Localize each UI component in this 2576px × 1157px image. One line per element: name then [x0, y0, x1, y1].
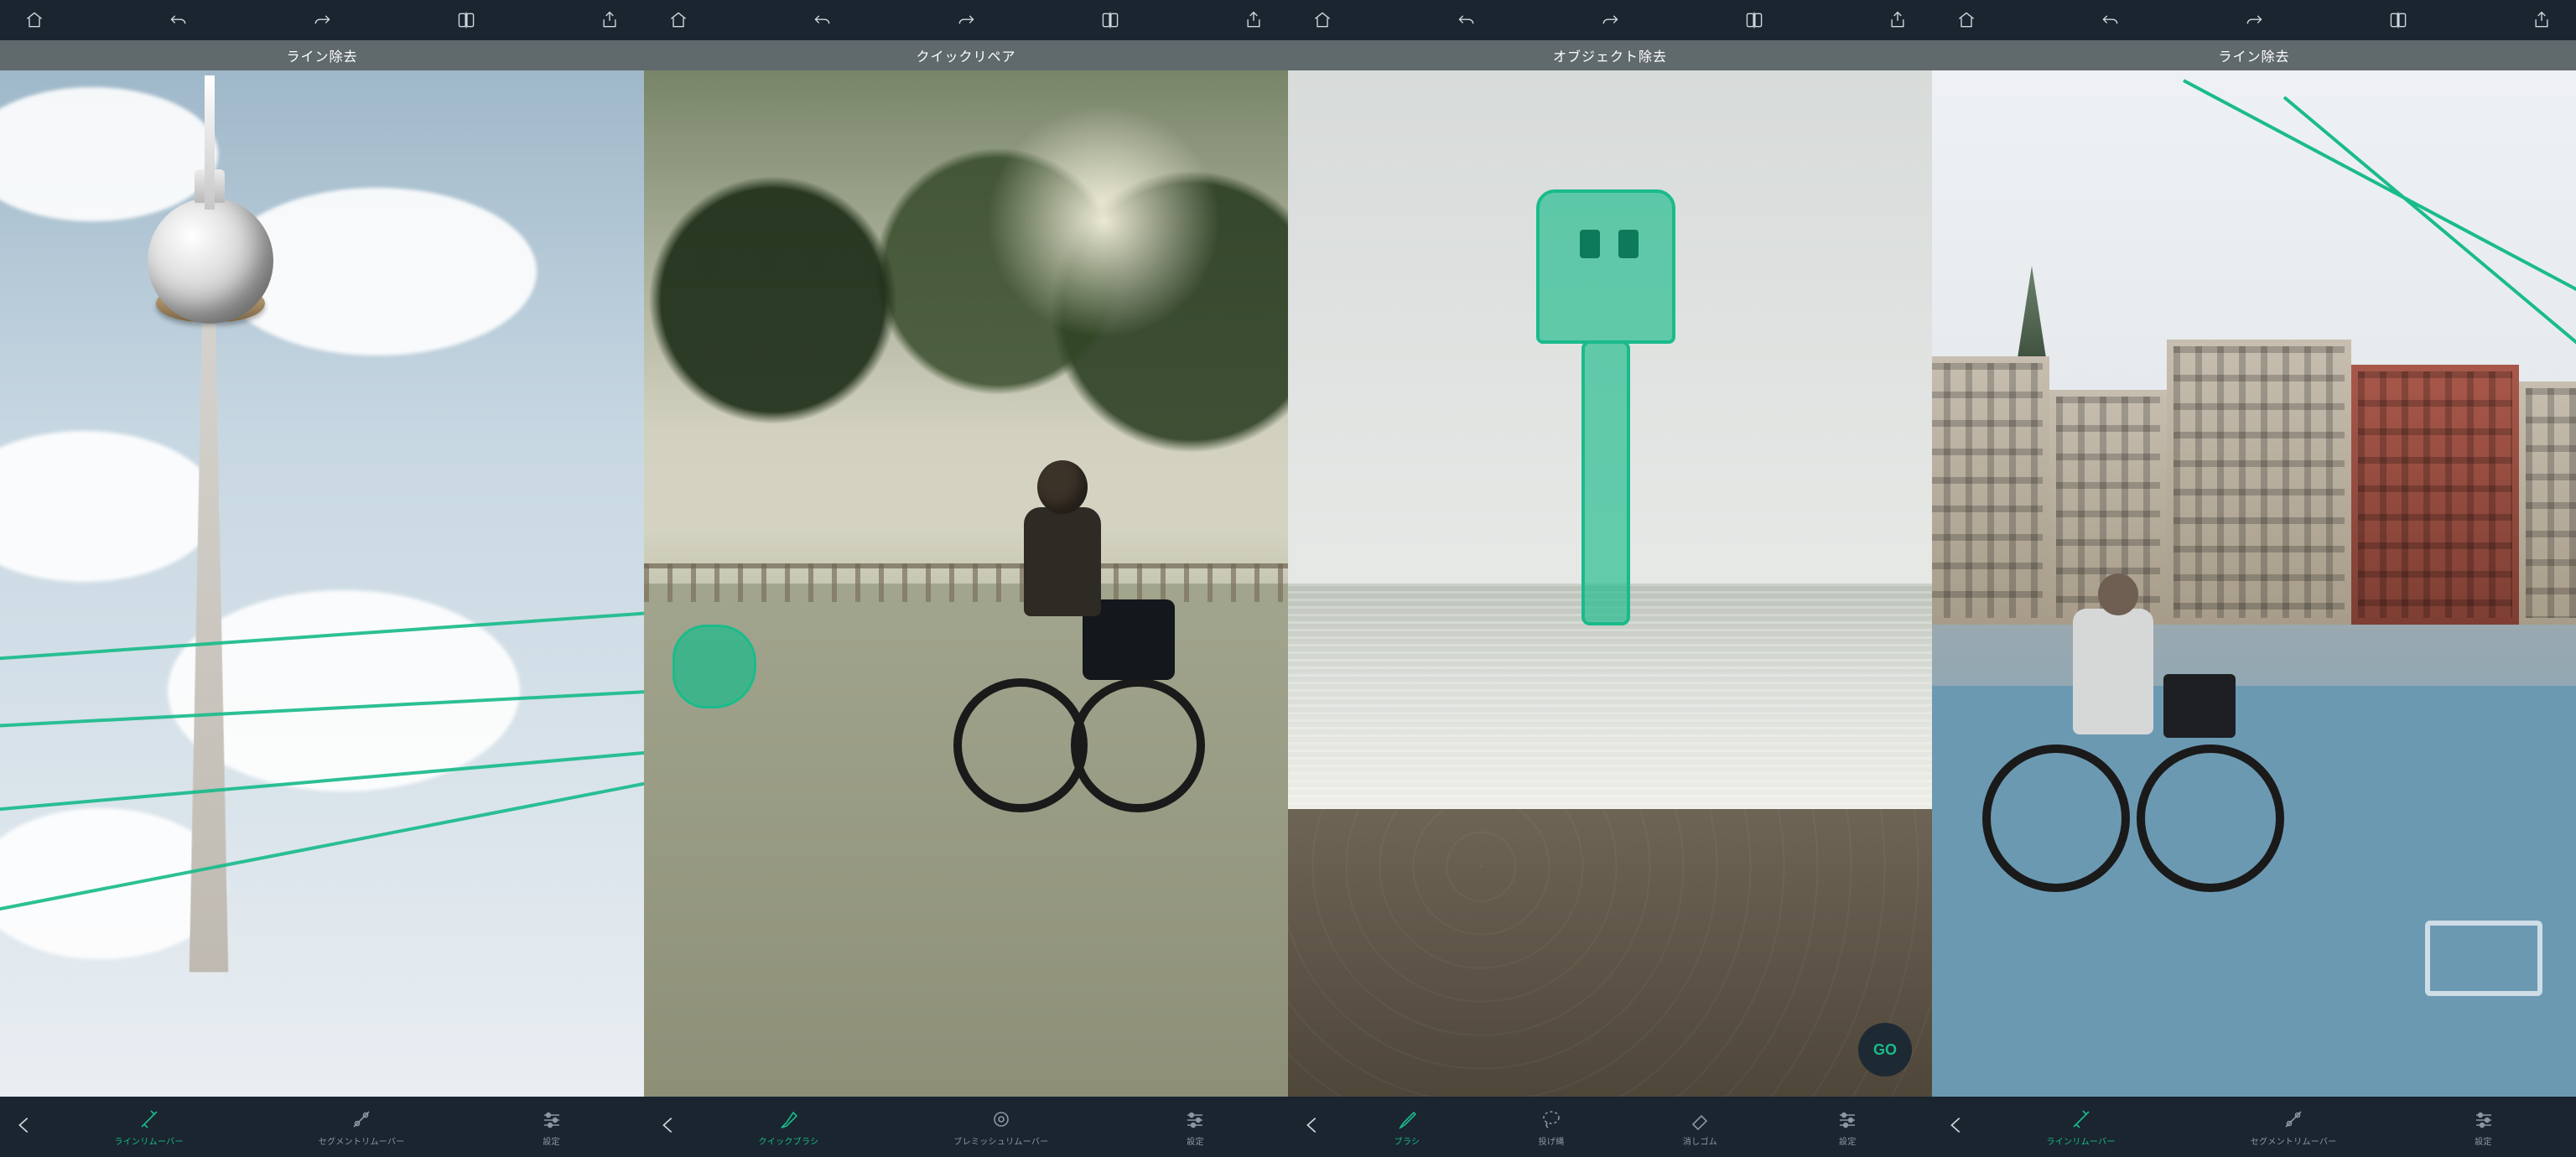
top-toolbar — [1932, 0, 2576, 40]
eraser-icon — [1688, 1108, 1711, 1131]
tool-label: 設定 — [1839, 1134, 1857, 1147]
back-button[interactable] — [1945, 1114, 1979, 1140]
photo-canvas[interactable] — [644, 70, 1288, 1097]
settings-icon — [540, 1108, 564, 1131]
home-icon[interactable] — [1311, 9, 1333, 31]
redo-icon[interactable] — [2243, 9, 2265, 31]
home-icon[interactable] — [23, 9, 45, 31]
home-icon[interactable] — [1955, 9, 1977, 31]
quick-brush-icon — [776, 1108, 800, 1131]
lasso-icon — [1540, 1108, 1563, 1131]
tool-quick-brush[interactable]: クイックブラシ — [758, 1108, 818, 1147]
photo-canvas[interactable]: GO — [1288, 70, 1932, 1097]
tool-line-remover[interactable]: ラインリムーバー — [114, 1108, 183, 1147]
tool-settings[interactable]: 設定 — [2472, 1108, 2496, 1147]
tool-brush[interactable]: ブラシ — [1394, 1108, 1420, 1147]
object-selection[interactable] — [1581, 340, 1630, 625]
tool-blemish-remover[interactable]: ブレミッシュリムーバー — [953, 1108, 1048, 1147]
tool-label: 消しゴム — [1683, 1134, 1717, 1147]
back-button[interactable] — [13, 1114, 47, 1140]
panel-2: クイックリペア クイックブラシ — [644, 0, 1288, 1157]
cyclist-photo-subject — [979, 460, 1146, 812]
tool-label: 投げ縄 — [1539, 1134, 1565, 1147]
go-button[interactable]: GO — [1858, 1023, 1912, 1077]
tool-label: ブレミッシュリムーバー — [953, 1134, 1048, 1147]
tool-label: 設定 — [2475, 1134, 2492, 1147]
tool-settings[interactable]: 設定 — [540, 1108, 564, 1147]
photo-canvas[interactable] — [1932, 70, 2576, 1097]
compare-icon[interactable] — [2387, 9, 2409, 31]
tool-settings[interactable]: 設定 — [1183, 1108, 1207, 1147]
undo-icon[interactable] — [812, 9, 834, 31]
compare-icon[interactable] — [455, 9, 477, 31]
top-toolbar — [1288, 0, 1932, 40]
undo-icon[interactable] — [168, 9, 190, 31]
line-remover-icon — [138, 1108, 161, 1131]
tool-label: ラインリムーバー — [2046, 1134, 2115, 1147]
redo-icon[interactable] — [955, 9, 977, 31]
back-button[interactable] — [657, 1114, 691, 1140]
share-icon[interactable] — [1887, 9, 1909, 31]
photo-canvas[interactable] — [0, 70, 644, 1097]
tool-lasso[interactable]: 投げ縄 — [1539, 1108, 1565, 1147]
tool-segment-remover[interactable]: セグメントリムーバー — [2251, 1108, 2337, 1147]
back-button[interactable] — [1301, 1114, 1335, 1140]
undo-icon[interactable] — [1456, 9, 1478, 31]
panel-1: ライン除去 ラインリムーバー — [0, 0, 644, 1157]
line-remover-icon — [2070, 1108, 2093, 1131]
mode-label: オブジェクト除去 — [1288, 40, 1932, 70]
selection-detail — [1580, 230, 1639, 258]
home-icon[interactable] — [667, 9, 689, 31]
tool-label: セグメントリムーバー — [319, 1134, 405, 1147]
compare-icon[interactable] — [1099, 9, 1121, 31]
segment-remover-icon — [350, 1108, 373, 1131]
share-icon[interactable] — [2531, 9, 2553, 31]
tool-label: 設定 — [1187, 1134, 1204, 1147]
tool-label: クイックブラシ — [758, 1134, 818, 1147]
bottom-toolbar: ラインリムーバー セグメントリムーバー 設定 — [1932, 1097, 2576, 1157]
panel-4: ライン除去 — [1932, 0, 2576, 1157]
object-selection[interactable] — [1536, 189, 1675, 344]
top-toolbar — [0, 0, 644, 40]
share-icon[interactable] — [599, 9, 621, 31]
tool-line-remover[interactable]: ラインリムーバー — [2046, 1108, 2115, 1147]
tool-segment-remover[interactable]: セグメントリムーバー — [319, 1108, 405, 1147]
brush-icon — [1395, 1108, 1419, 1131]
share-icon[interactable] — [1243, 9, 1265, 31]
repair-mark[interactable] — [673, 625, 756, 708]
settings-icon — [1836, 1108, 1859, 1131]
top-toolbar — [644, 0, 1288, 40]
bike-lane-symbol — [2425, 921, 2542, 996]
redo-icon[interactable] — [1599, 9, 1621, 31]
mode-label: ライン除去 — [0, 40, 644, 70]
mode-label: ライン除去 — [1932, 40, 2576, 70]
bottom-toolbar: クイックブラシ ブレミッシュリムーバー 設定 — [644, 1097, 1288, 1157]
blemish-remover-icon — [989, 1108, 1013, 1131]
mode-label: クイックリペア — [644, 40, 1288, 70]
settings-icon — [1183, 1108, 1207, 1131]
tool-label: セグメントリムーバー — [2251, 1134, 2337, 1147]
redo-icon[interactable] — [311, 9, 333, 31]
tool-label: ラインリムーバー — [114, 1134, 183, 1147]
tool-label: ブラシ — [1394, 1134, 1420, 1147]
cyclist-photo-subject — [1999, 573, 2251, 892]
bottom-toolbar: ラインリムーバー セグメントリムーバー 設定 — [0, 1097, 644, 1157]
tool-eraser[interactable]: 消しゴム — [1683, 1108, 1717, 1147]
segment-remover-icon — [2282, 1108, 2305, 1131]
compare-icon[interactable] — [1743, 9, 1765, 31]
undo-icon[interactable] — [2100, 9, 2122, 31]
tool-settings[interactable]: 設定 — [1836, 1108, 1859, 1147]
tool-label: 設定 — [543, 1134, 560, 1147]
bottom-toolbar: ブラシ 投げ縄 消しゴム 設定 — [1288, 1097, 1932, 1157]
settings-icon — [2472, 1108, 2496, 1131]
panel-3: オブジェクト除去 GO ブラシ 投げ縄 — [1288, 0, 1932, 1157]
